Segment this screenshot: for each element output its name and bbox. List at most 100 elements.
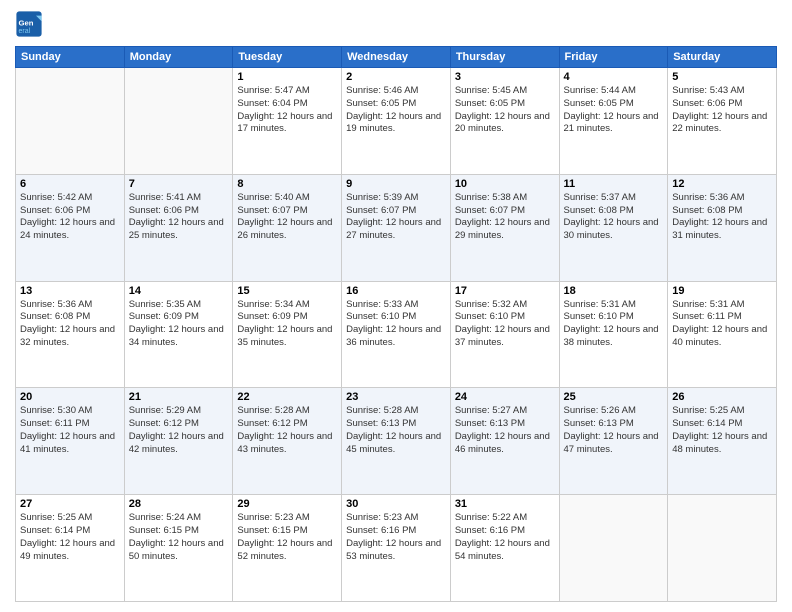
weekday-header: Saturday [668, 47, 777, 68]
calendar-cell: 14 Sunrise: 5:35 AM Sunset: 6:09 PM Dayli… [124, 281, 233, 388]
day-info: Sunrise: 5:45 AM Sunset: 6:05 PM Dayligh… [455, 85, 555, 136]
day-number: 5 [672, 71, 772, 83]
calendar-page: Gen eral SundayMondayTuesdayWednesdayThu… [0, 0, 792, 612]
day-info: Sunrise: 5:47 AM Sunset: 6:04 PM Dayligh… [237, 85, 337, 136]
logo: Gen eral [15, 10, 47, 38]
day-number: 3 [455, 71, 555, 83]
day-number: 26 [672, 391, 772, 403]
day-number: 28 [129, 498, 229, 510]
weekday-header: Monday [124, 47, 233, 68]
day-info: Sunrise: 5:38 AM Sunset: 6:07 PM Dayligh… [455, 192, 555, 243]
day-info: Sunrise: 5:37 AM Sunset: 6:08 PM Dayligh… [564, 192, 664, 243]
day-info: Sunrise: 5:22 AM Sunset: 6:16 PM Dayligh… [455, 512, 555, 563]
day-info: Sunrise: 5:25 AM Sunset: 6:14 PM Dayligh… [672, 405, 772, 456]
calendar-cell [559, 495, 668, 602]
day-info: Sunrise: 5:42 AM Sunset: 6:06 PM Dayligh… [20, 192, 120, 243]
day-number: 13 [20, 285, 120, 297]
day-info: Sunrise: 5:35 AM Sunset: 6:09 PM Dayligh… [129, 299, 229, 350]
calendar-cell: 25Sunrise: 5:26 AM Sunset: 6:13 PM Dayli… [559, 388, 668, 495]
day-info: Sunrise: 5:43 AM Sunset: 6:06 PM Dayligh… [672, 85, 772, 136]
day-number: 7 [129, 178, 229, 190]
calendar-cell [16, 68, 125, 175]
day-info: Sunrise: 5:41 AM Sunset: 6:06 PM Dayligh… [129, 192, 229, 243]
day-number: 6 [20, 178, 120, 190]
day-info: Sunrise: 5:46 AM Sunset: 6:05 PM Dayligh… [346, 85, 446, 136]
day-number: 15 [237, 285, 337, 297]
calendar-cell [124, 68, 233, 175]
day-info: Sunrise: 5:28 AM Sunset: 6:12 PM Dayligh… [237, 405, 337, 456]
day-info: Sunrise: 5:24 AM Sunset: 6:15 PM Dayligh… [129, 512, 229, 563]
day-info: Sunrise: 5:23 AM Sunset: 6:15 PM Dayligh… [237, 512, 337, 563]
day-info: Sunrise: 5:26 AM Sunset: 6:13 PM Dayligh… [564, 405, 664, 456]
calendar-cell [668, 495, 777, 602]
calendar-cell: 13 Sunrise: 5:36 AM Sunset: 6:08 PM Dayli… [16, 281, 125, 388]
calendar-cell: 8 Sunrise: 5:40 AM Sunset: 6:07 PM Daylig… [233, 174, 342, 281]
day-info: Sunrise: 5:29 AM Sunset: 6:12 PM Dayligh… [129, 405, 229, 456]
calendar-cell: 1 Sunrise: 5:47 AM Sunset: 6:04 PM Daylig… [233, 68, 342, 175]
weekday-header: Thursday [450, 47, 559, 68]
day-number: 11 [564, 178, 664, 190]
day-number: 27 [20, 498, 120, 510]
calendar-cell: 4 Sunrise: 5:44 AM Sunset: 6:05 PM Daylig… [559, 68, 668, 175]
calendar-cell: 22 Sunrise: 5:28 AM Sunset: 6:12 PM Dayli… [233, 388, 342, 495]
calendar-cell: 16Sunrise: 5:33 AM Sunset: 6:10 PM Dayli… [342, 281, 451, 388]
day-number: 10 [455, 178, 555, 190]
calendar-cell: 23 Sunrise: 5:28 AM Sunset: 6:13 PM Dayli… [342, 388, 451, 495]
calendar-cell: 21 Sunrise: 5:29 AM Sunset: 6:12 PM Dayli… [124, 388, 233, 495]
weekday-header: Friday [559, 47, 668, 68]
calendar-cell: 3 Sunrise: 5:45 AM Sunset: 6:05 PM Daylig… [450, 68, 559, 175]
calendar-cell: 20 Sunrise: 5:30 AM Sunset: 6:11 PM Dayli… [16, 388, 125, 495]
calendar-cell: 18 Sunrise: 5:31 AM Sunset: 6:10 PM Dayli… [559, 281, 668, 388]
day-number: 24 [455, 391, 555, 403]
calendar-table: SundayMondayTuesdayWednesdayThursdayFrid… [15, 46, 777, 602]
calendar-cell: 17 Sunrise: 5:32 AM Sunset: 6:10 PM Dayli… [450, 281, 559, 388]
day-info: Sunrise: 5:36 AM Sunset: 6:08 PM Dayligh… [20, 299, 120, 350]
calendar-cell: 30Sunrise: 5:23 AM Sunset: 6:16 PM Dayli… [342, 495, 451, 602]
day-info: Sunrise: 5:33 AM Sunset: 6:10 PM Dayligh… [346, 299, 446, 350]
day-number: 8 [237, 178, 337, 190]
svg-text:Gen: Gen [19, 18, 34, 27]
calendar-cell: 28 Sunrise: 5:24 AM Sunset: 6:15 PM Dayli… [124, 495, 233, 602]
day-info: Sunrise: 5:40 AM Sunset: 6:07 PM Dayligh… [237, 192, 337, 243]
weekday-header: Wednesday [342, 47, 451, 68]
weekday-header: Tuesday [233, 47, 342, 68]
calendar-cell: 24 Sunrise: 5:27 AM Sunset: 6:13 PM Dayli… [450, 388, 559, 495]
calendar-cell: 6 Sunrise: 5:42 AM Sunset: 6:06 PM Daylig… [16, 174, 125, 281]
calendar-cell: 19Sunrise: 5:31 AM Sunset: 6:11 PM Dayli… [668, 281, 777, 388]
day-number: 4 [564, 71, 664, 83]
day-info: Sunrise: 5:27 AM Sunset: 6:13 PM Dayligh… [455, 405, 555, 456]
header: Gen eral [15, 10, 777, 38]
day-number: 2 [346, 71, 446, 83]
day-info: Sunrise: 5:32 AM Sunset: 6:10 PM Dayligh… [455, 299, 555, 350]
calendar-cell: 9 Sunrise: 5:39 AM Sunset: 6:07 PM Daylig… [342, 174, 451, 281]
day-number: 14 [129, 285, 229, 297]
day-number: 18 [564, 285, 664, 297]
day-number: 29 [237, 498, 337, 510]
day-info: Sunrise: 5:30 AM Sunset: 6:11 PM Dayligh… [20, 405, 120, 456]
day-info: Sunrise: 5:25 AM Sunset: 6:14 PM Dayligh… [20, 512, 120, 563]
day-number: 23 [346, 391, 446, 403]
day-number: 22 [237, 391, 337, 403]
calendar-cell: 7 Sunrise: 5:41 AM Sunset: 6:06 PM Daylig… [124, 174, 233, 281]
day-number: 1 [237, 71, 337, 83]
day-info: Sunrise: 5:31 AM Sunset: 6:10 PM Dayligh… [564, 299, 664, 350]
calendar-cell: 26 Sunrise: 5:25 AM Sunset: 6:14 PM Dayli… [668, 388, 777, 495]
calendar-cell: 2 Sunrise: 5:46 AM Sunset: 6:05 PM Daylig… [342, 68, 451, 175]
svg-text:eral: eral [19, 28, 31, 35]
day-number: 17 [455, 285, 555, 297]
calendar-cell: 29 Sunrise: 5:23 AM Sunset: 6:15 PM Dayli… [233, 495, 342, 602]
day-number: 21 [129, 391, 229, 403]
day-info: Sunrise: 5:44 AM Sunset: 6:05 PM Dayligh… [564, 85, 664, 136]
weekday-header: Sunday [16, 47, 125, 68]
day-number: 9 [346, 178, 446, 190]
calendar-cell: 11 Sunrise: 5:37 AM Sunset: 6:08 PM Dayli… [559, 174, 668, 281]
day-number: 12 [672, 178, 772, 190]
day-info: Sunrise: 5:39 AM Sunset: 6:07 PM Dayligh… [346, 192, 446, 243]
day-number: 30 [346, 498, 446, 510]
logo-icon: Gen eral [15, 10, 43, 38]
day-number: 20 [20, 391, 120, 403]
day-info: Sunrise: 5:34 AM Sunset: 6:09 PM Dayligh… [237, 299, 337, 350]
day-info: Sunrise: 5:28 AM Sunset: 6:13 PM Dayligh… [346, 405, 446, 456]
day-number: 31 [455, 498, 555, 510]
calendar-cell: 10 Sunrise: 5:38 AM Sunset: 6:07 PM Dayli… [450, 174, 559, 281]
